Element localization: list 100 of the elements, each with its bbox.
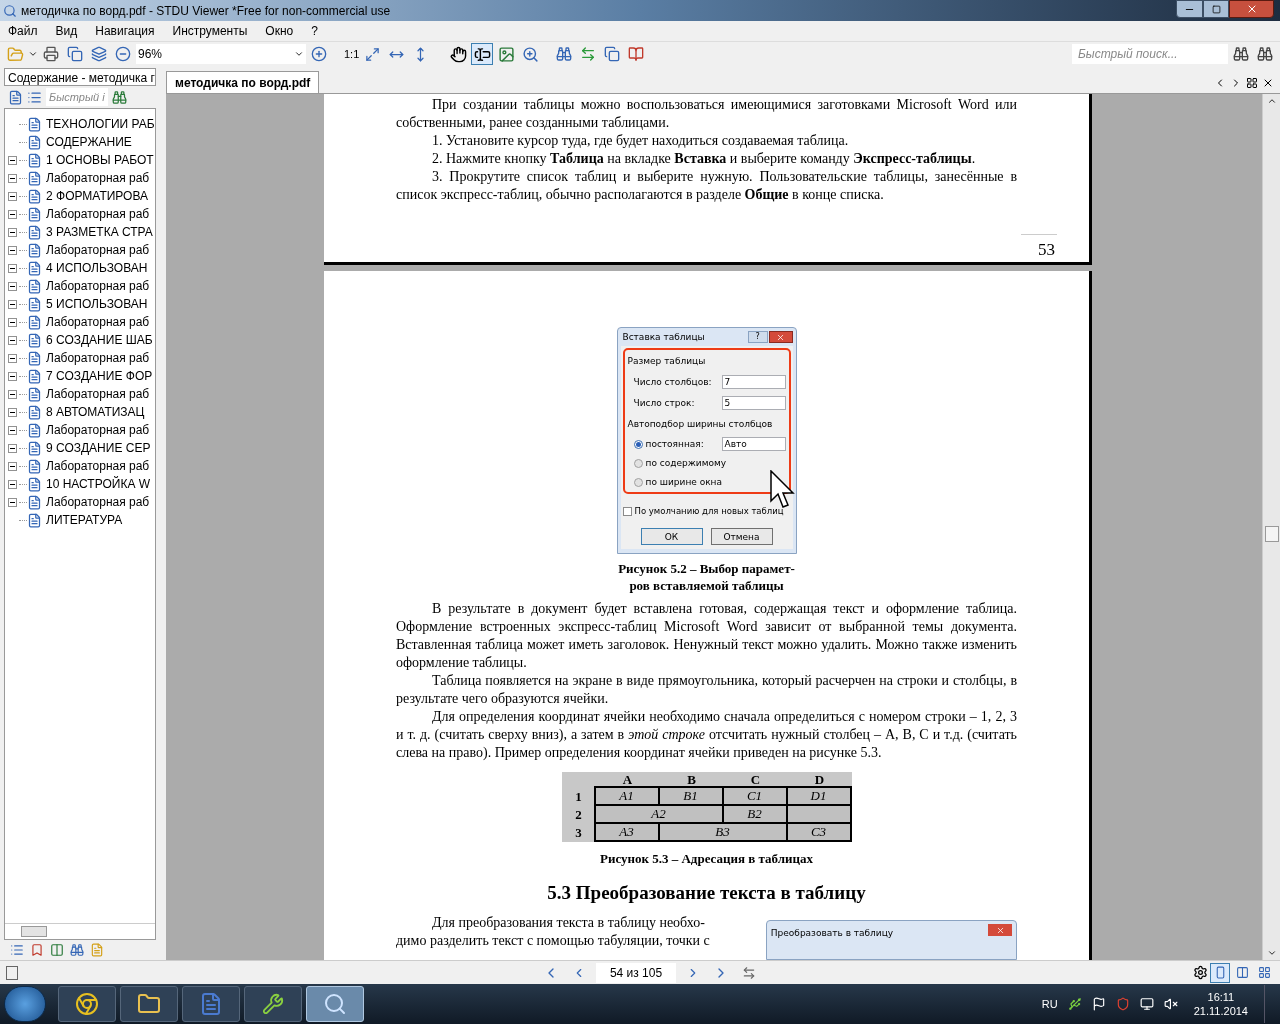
menu-item[interactable]: Окно [265,22,294,40]
tree-item[interactable]: Лабораторная раб [46,277,150,295]
search-tab-icon[interactable] [70,943,84,957]
expand-box-icon[interactable] [7,443,17,453]
two-pages-icon [1235,966,1249,979]
close-icon[interactable] [1262,77,1274,89]
network-icon[interactable] [1139,997,1154,1011]
column-header: D [813,772,826,788]
menu-item[interactable]: Файл [8,22,38,40]
group-label: Автоподбор ширины столбцов [627,418,774,431]
scrollbar[interactable] [1262,94,1280,960]
tree-item[interactable]: 10 НАСТРОЙКА W [46,475,151,493]
zoom-field[interactable]: 96% [136,44,306,64]
scrollbar-thumb[interactable] [21,926,47,937]
tree-item[interactable]: ЛИТЕРАТУРА [46,511,123,529]
taskbar-app[interactable] [244,986,302,1022]
expand-box-icon[interactable] [7,299,17,309]
tree-item[interactable]: 7 СОЗДАНИЕ ФОР [46,367,153,385]
binoculars-icon[interactable] [112,89,127,105]
expand-box-icon[interactable] [7,407,17,417]
sidebar-tab[interactable]: Содержание - методичка г [4,68,156,86]
page-field[interactable]: 54 из 105 [596,962,676,983]
page-icon [27,152,42,168]
tree-item[interactable]: 8 АВТОМАТИЗАЦ [46,403,145,421]
search-field[interactable]: Быстрый поиск... [1072,44,1228,64]
panel-toggle-icon[interactable] [6,965,18,980]
document-tab[interactable]: методичка по ворд.pdf [166,71,320,93]
actual-size-button[interactable]: 1:1 [344,45,360,63]
tree-item[interactable]: Лабораторная раб [46,169,150,187]
menu-item[interactable]: Инструменты [172,22,248,40]
tree-item[interactable]: 1 ОСНОВЫ РАБОТ [46,151,154,169]
expand-box-icon[interactable] [7,497,17,507]
scroll-up-icon[interactable] [1266,96,1277,106]
language-indicator[interactable]: RU [1041,995,1058,1013]
minimize-button[interactable] [1176,0,1203,18]
menu-item[interactable]: ? [311,22,318,40]
menu-item[interactable]: Вид [55,22,78,40]
contents-tab-icon[interactable] [10,943,24,957]
search-field[interactable]: Быстрый і [46,88,108,106]
page-icon [27,206,42,222]
tree-item[interactable]: Лабораторная раб [46,205,150,223]
expand-box-icon[interactable] [7,461,17,471]
maximize-button[interactable] [1203,0,1229,18]
bookmark-tab-icon[interactable] [30,943,44,957]
view-mode-button[interactable] [1210,962,1230,983]
tree-item[interactable]: Лабораторная раб [46,421,150,439]
tree-item[interactable]: Лабораторная раб [46,493,150,511]
document-icon [199,992,223,1016]
taskbar-app[interactable] [306,986,364,1022]
taskbar-app[interactable] [120,986,178,1022]
scroll-down-icon[interactable] [1266,948,1277,958]
menu-item[interactable]: Навигация [95,22,155,40]
figure-caption: Рисунок 5.2 – Выбор парамет- ров вставляемой таблицы [618,560,795,594]
expand-icon[interactable] [8,89,23,105]
expand-box-icon[interactable] [7,173,17,183]
tree-item[interactable]: Лабораторная раб [46,457,150,475]
shield-icon[interactable] [1115,997,1130,1011]
volume-muted-icon[interactable] [1163,997,1178,1011]
expand-box-icon[interactable] [7,155,17,165]
expand-box-icon[interactable] [7,317,17,327]
expand-box-icon[interactable] [7,263,17,273]
tree-item[interactable]: 4 ИСПОЛЬЗОВАН [46,259,148,277]
expand-box-icon[interactable] [7,281,17,291]
flag-icon[interactable] [1091,997,1106,1011]
expand-box-icon[interactable] [7,335,17,345]
tree-item[interactable]: Лабораторная раб [46,349,150,367]
taskbar-app[interactable] [58,986,116,1022]
paragraph: Для преобразования текста в таблицу необхо- димо разделить текст с помощью табуляции, точки с [396,914,711,950]
tree-item[interactable]: СОДЕРЖАНИЕ [46,133,132,151]
expand-box-icon[interactable] [7,227,17,237]
scrollbar-thumb[interactable] [1264,526,1279,542]
taskbar-app[interactable] [182,986,240,1022]
tree-item[interactable]: Лабораторная раб [46,313,150,331]
gear-icon[interactable] [1193,965,1208,980]
thumbnails-tab-icon[interactable] [50,943,64,957]
collapse-icon[interactable] [27,89,42,105]
tree-item[interactable]: 9 СОЗДАНИЕ СЕР [46,439,151,457]
tree-item[interactable]: 2 ФОРМАТИРОВА [46,187,149,205]
tree-item[interactable]: 6 СОЗДАНИЕ ШАБ [46,331,153,349]
start-button[interactable] [4,986,46,1022]
expand-box-icon[interactable] [7,389,17,399]
grid-icon[interactable] [1246,77,1258,89]
tree-item[interactable]: ТЕХНОЛОГИИ РАБ [46,115,155,133]
close-button[interactable] [1229,0,1274,18]
clock[interactable]: 16:11 21.11.2014 [1187,990,1254,1018]
caret-icon[interactable] [28,49,38,59]
text-cursor-icon[interactable] [471,43,494,65]
expand-box-icon[interactable] [7,479,17,489]
expand-box-icon[interactable] [7,209,17,219]
expand-box-icon[interactable] [7,371,17,381]
expand-box-icon[interactable] [7,245,17,255]
usb-icon[interactable] [1067,997,1082,1011]
expand-box-icon[interactable] [7,353,17,363]
tree-item[interactable]: Лабораторная раб [46,385,150,403]
expand-box-icon[interactable] [7,425,17,435]
tree-item[interactable]: Лабораторная раб [46,241,150,259]
help-icon: ? [747,331,768,343]
expand-box-icon[interactable] [7,191,17,201]
tree-item[interactable]: 5 ИСПОЛЬЗОВАН [46,295,148,313]
tree-item[interactable]: 3 РАЗМЕТКА СТРА [46,223,153,241]
